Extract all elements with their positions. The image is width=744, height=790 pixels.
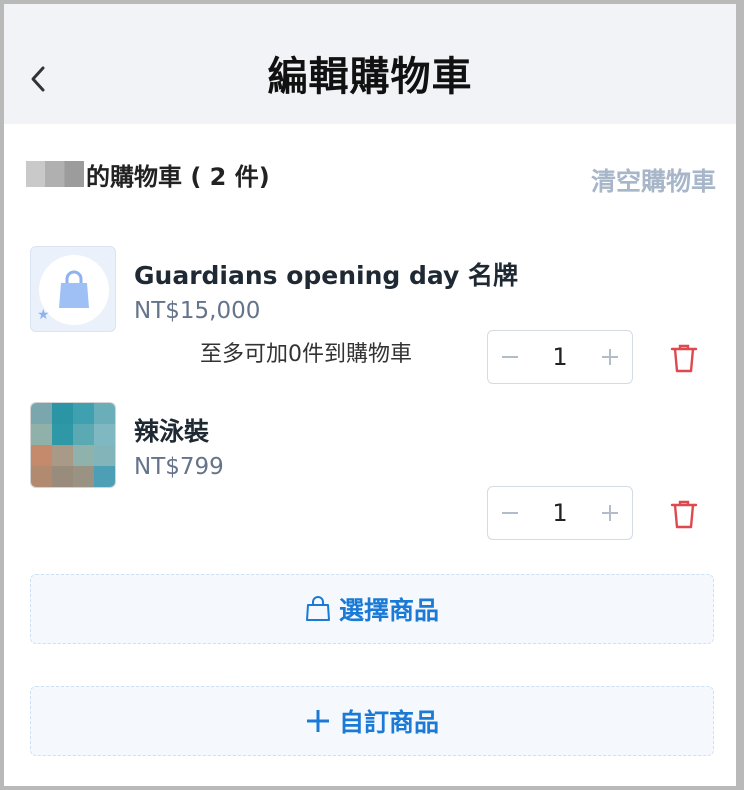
custom-product-button[interactable]: 自訂商品 bbox=[30, 686, 714, 756]
cart-title: 的購物車 ( 2 件) bbox=[86, 162, 270, 191]
increase-button[interactable] bbox=[588, 487, 632, 539]
plus-icon bbox=[602, 349, 618, 365]
quantity-limit-note: 至多可加0件到購物車 bbox=[200, 342, 412, 367]
increase-button[interactable] bbox=[588, 331, 632, 383]
plus-icon bbox=[306, 710, 329, 732]
decrease-button[interactable] bbox=[488, 331, 532, 383]
product-price: NT$799 bbox=[134, 454, 224, 480]
shopping-bag-icon bbox=[59, 270, 89, 308]
page-title: 編輯購物車 bbox=[267, 54, 473, 100]
quantity-value[interactable]: 1 bbox=[532, 343, 588, 371]
cart-item: 辣泳裝 NT$799 1 bbox=[30, 402, 720, 552]
delete-item-button[interactable] bbox=[668, 494, 700, 534]
quantity-value[interactable]: 1 bbox=[532, 499, 588, 527]
minus-icon bbox=[502, 356, 518, 358]
product-name: 辣泳裝 bbox=[134, 417, 210, 446]
minus-icon bbox=[502, 512, 518, 514]
cart-owner-row: 的購物車 ( 2 件) bbox=[26, 156, 270, 192]
quantity-stepper: 1 bbox=[487, 330, 633, 384]
decrease-button[interactable] bbox=[488, 487, 532, 539]
select-products-button[interactable]: 選擇商品 bbox=[30, 574, 714, 644]
product-image bbox=[30, 402, 116, 488]
cart-item: ★ Guardians opening day 名牌 NT$15,000 至多可… bbox=[30, 246, 720, 396]
select-products-label: 選擇商品 bbox=[338, 596, 439, 625]
shopping-bag-icon bbox=[305, 596, 330, 621]
clear-cart-button[interactable]: 清空購物車 bbox=[591, 162, 716, 198]
quantity-stepper: 1 bbox=[487, 486, 633, 540]
product-thumbnail: ★ bbox=[30, 246, 116, 332]
trash-icon bbox=[670, 344, 698, 373]
delete-item-button[interactable] bbox=[668, 338, 700, 378]
owner-name-redacted bbox=[26, 161, 84, 187]
plus-icon bbox=[602, 505, 618, 521]
header-bar: 編輯購物車 bbox=[4, 4, 736, 124]
product-name: Guardians opening day 名牌 bbox=[134, 261, 519, 290]
custom-product-label: 自訂商品 bbox=[338, 708, 439, 737]
app-frame: 編輯購物車 的購物車 ( 2 件) 清空購物車 ★ Guardians open… bbox=[4, 4, 736, 786]
trash-icon bbox=[670, 500, 698, 529]
star-icon: ★ bbox=[37, 307, 50, 323]
product-price: NT$15,000 bbox=[134, 298, 261, 324]
